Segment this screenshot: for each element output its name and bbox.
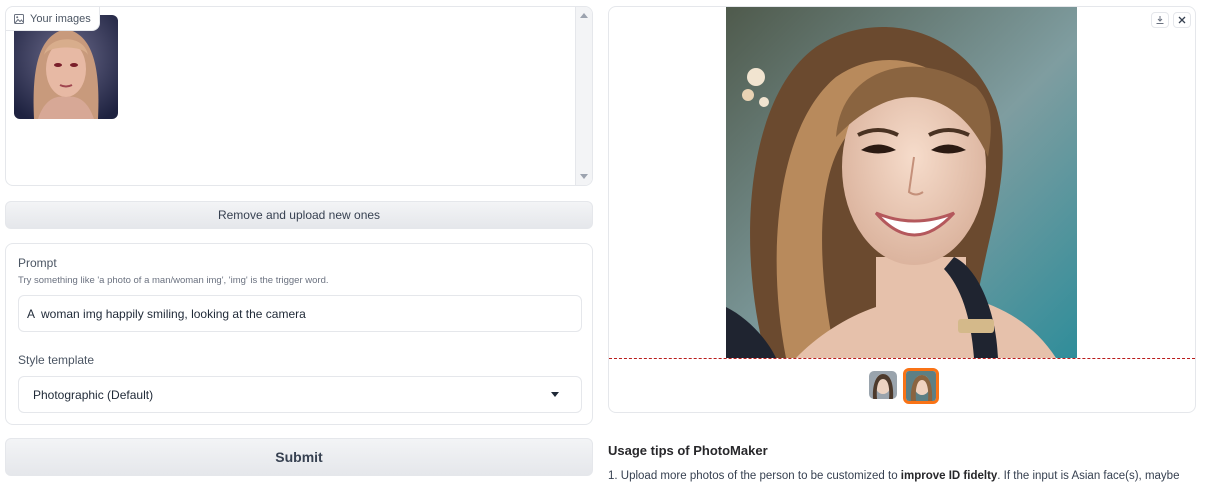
- style-template-dropdown[interactable]: Photographic (Default): [18, 376, 582, 413]
- remove-upload-button[interactable]: Remove and upload new ones: [5, 201, 593, 229]
- close-icon: [1178, 16, 1186, 24]
- generation-form: Prompt Try something like 'a photo of a …: [5, 243, 593, 425]
- submit-button[interactable]: Submit: [5, 438, 593, 476]
- generated-image[interactable]: [726, 7, 1077, 358]
- style-template-label: Style template: [18, 353, 95, 367]
- style-template-value: Photographic (Default): [33, 387, 154, 402]
- usage-tips-text: 1. Upload more photos of the person to b…: [608, 470, 1180, 482]
- usage-tips-title: Usage tips of PhotoMaker: [608, 443, 768, 458]
- download-button[interactable]: [1151, 12, 1169, 28]
- download-icon: [1156, 16, 1164, 24]
- output-image-gallery: [608, 6, 1196, 413]
- gallery-label: Your images: [6, 7, 100, 31]
- image-icon: [14, 13, 24, 24]
- gallery-scrollbar[interactable]: [575, 7, 592, 185]
- scroll-up-icon[interactable]: [580, 13, 588, 18]
- prompt-input-value: A woman img happily smiling, looking at …: [27, 306, 306, 321]
- scroll-down-icon[interactable]: [580, 174, 588, 179]
- prompt-input[interactable]: A woman img happily smiling, looking at …: [18, 295, 582, 332]
- image-divider: [609, 358, 1195, 359]
- prompt-label: Prompt: [18, 256, 57, 270]
- prompt-info: Try something like 'a photo of a man/wom…: [18, 275, 329, 286]
- output-thumbnail-selected[interactable]: [903, 368, 939, 404]
- output-thumbnail[interactable]: [869, 371, 897, 399]
- close-button[interactable]: [1173, 12, 1191, 28]
- gallery-label-text: Your images: [30, 12, 91, 25]
- chevron-down-icon: [551, 392, 559, 397]
- input-image-gallery[interactable]: Your images: [5, 6, 593, 186]
